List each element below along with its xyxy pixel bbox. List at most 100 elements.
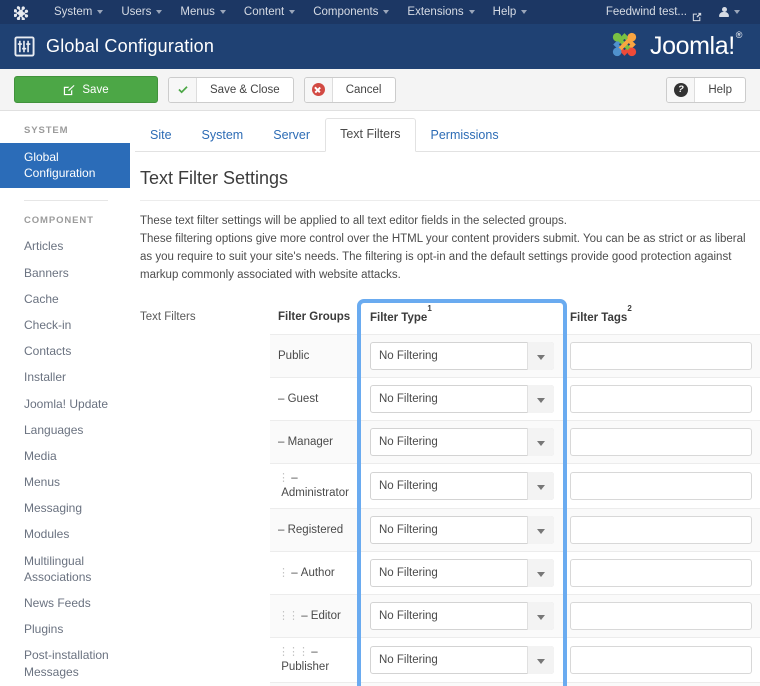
filter-type-select-editor[interactable]: No Filtering <box>370 602 554 631</box>
indent-guides: ⋮⋮⋮ <box>278 646 309 659</box>
joomla-j-icon[interactable] <box>14 5 29 20</box>
sidebar-item-label: Installer <box>24 370 67 385</box>
sidebar-item-messaging[interactable]: Messaging <box>0 495 130 521</box>
filter-tags-input-author[interactable] <box>570 559 752 588</box>
menu-item-users[interactable]: Users <box>112 0 171 24</box>
sidebar-item-joomla-update[interactable]: Joomla! Update <box>0 391 130 417</box>
tab-system[interactable]: System <box>187 119 259 152</box>
panel-title: Text Filter Settings <box>140 168 760 201</box>
sidebar-item-news-feeds[interactable]: News Feeds <box>0 590 130 616</box>
filter-type-select-guest[interactable]: No Filtering <box>370 385 554 414</box>
table-row: Public No Filtering <box>270 334 760 378</box>
sidebar-heading-component: COMPONENT <box>24 215 94 227</box>
sidebar-item-contacts[interactable]: Contacts <box>0 338 130 364</box>
tab-permissions[interactable]: Permissions <box>416 119 514 152</box>
table-row: ⋮ – Administrator No Filtering <box>270 463 760 509</box>
chevron-down-icon <box>734 10 740 14</box>
group-name: Guest <box>287 392 319 405</box>
filter-type-select-administrator[interactable]: No Filtering <box>370 472 554 501</box>
sidebar-item-check-in[interactable]: Check-in <box>0 312 130 338</box>
filter-type-select-wrapper: No Filtering <box>370 559 554 588</box>
site-preview-link[interactable]: Feedwind test... <box>599 0 709 24</box>
filter-type-select-public[interactable]: No Filtering <box>370 342 554 371</box>
sidebar-item-label: Joomla! Update <box>24 396 109 411</box>
sidebar-item-banners[interactable]: Banners <box>0 260 130 286</box>
filter-type-select-author[interactable]: No Filtering <box>370 559 554 588</box>
filter-type-select-manager[interactable]: No Filtering <box>370 428 554 457</box>
filter-tags-input-public[interactable] <box>570 342 752 371</box>
cell-filter-tags <box>562 637 760 683</box>
indent-guides: ⋮⋮ <box>278 609 299 622</box>
check-icon <box>169 77 197 102</box>
joomla-wordmark-text: Joomla! <box>650 32 735 60</box>
group-name: Administrator <box>281 487 349 500</box>
text-filters-table: Filter Groups Filter Type1 Filter Tags2 … <box>270 303 760 686</box>
menu-item-content[interactable]: Content <box>235 0 304 24</box>
filter-tags-input-manager[interactable] <box>570 428 752 457</box>
menu-item-system[interactable]: System <box>45 0 112 24</box>
chevron-down-icon <box>468 10 475 14</box>
sidebar-item-multilingual-associations[interactable]: Multilingual Associations <box>0 548 130 590</box>
table-row: – Guest No Filtering <box>270 377 760 421</box>
tab-label: System <box>201 128 244 142</box>
save-and-close-button[interactable]: Save & Close <box>168 76 294 103</box>
menu-item-help[interactable]: Help <box>484 0 537 24</box>
sidebar-item-global-configuration[interactable]: Global Configuration <box>0 143 130 189</box>
table-row: – Manager No Filtering <box>270 420 760 464</box>
sidebar-item-modules[interactable]: Modules <box>0 521 130 547</box>
user-menu-button[interactable] <box>709 6 748 18</box>
sidebar-item-label: Media <box>24 448 57 463</box>
cell-filter-group: ⋮ – Author <box>270 551 362 595</box>
filter-type-select-registered[interactable]: No Filtering <box>370 516 554 545</box>
tab-text-filters[interactable]: Text Filters <box>325 118 416 152</box>
sidebar-item-post-installation-messages[interactable]: Post-installation Messages <box>0 642 130 684</box>
table-row: ⋮⋮⋮ – Publisher No Filtering <box>270 637 760 683</box>
registered-mark: ® <box>735 29 743 40</box>
tab-bar: Site System Server Text Filters Permissi… <box>135 111 760 152</box>
sidebar-item-plugins[interactable]: Plugins <box>0 616 130 642</box>
cell-filter-type: No Filtering <box>362 334 562 378</box>
sidebar-item-media[interactable]: Media <box>0 443 130 469</box>
column-header-filter-groups: Filter Groups <box>278 311 351 324</box>
filter-tags-input-registered[interactable] <box>570 516 752 545</box>
filter-tags-input-editor[interactable] <box>570 602 752 631</box>
cell-filter-group: – Registered <box>270 508 362 552</box>
tab-server[interactable]: Server <box>258 119 325 152</box>
description-line-2: These filtering options give more contro… <box>140 233 746 282</box>
tab-site[interactable]: Site <box>135 119 187 152</box>
sidebar: SYSTEM Global Configuration COMPONENT Ar… <box>0 111 130 686</box>
filter-tags-input-administrator[interactable] <box>570 472 752 501</box>
sidebar-item-languages[interactable]: Languages <box>0 417 130 443</box>
column-header-filter-type-label: Filter Type <box>370 311 428 324</box>
menu-item-components[interactable]: Components <box>304 0 398 24</box>
sidebar-item-menus[interactable]: Menus <box>0 469 130 495</box>
cell-filter-type: No Filtering <box>362 551 562 595</box>
filter-tags-input-publisher[interactable] <box>570 646 752 675</box>
sidebar-item-label: Global Configuration <box>24 150 96 181</box>
help-button[interactable]: ? Help <box>666 76 746 103</box>
indent-dash: – <box>288 566 301 579</box>
sidebar-item-articles[interactable]: Articles <box>0 233 130 259</box>
cell-filter-tags <box>562 420 760 464</box>
text-filters-field: Text Filters Filter Groups Filter Type1 <box>140 298 760 686</box>
sidebar-item-cache[interactable]: Cache <box>0 286 130 312</box>
pencil-square-icon <box>63 84 75 96</box>
text-filters-panel: Text Filter Settings These text filter s… <box>135 152 760 686</box>
menu-item-extensions[interactable]: Extensions <box>398 0 483 24</box>
table-row: ⋮⋮ – Editor No Filtering <box>270 594 760 638</box>
column-header-filter-tags-label: Filter Tags <box>570 311 628 324</box>
filter-tags-input-guest[interactable] <box>570 385 752 414</box>
menu-item-menus[interactable]: Menus <box>171 0 235 24</box>
chevron-down-icon <box>289 10 296 14</box>
cell-filter-tags <box>562 508 760 552</box>
group-name: Registered <box>287 523 344 536</box>
sidebar-item-installer[interactable]: Installer <box>0 364 130 390</box>
cell-filter-group: ⋮⋮ – Editor <box>270 594 362 638</box>
joomla-pinwheel-icon <box>606 26 643 68</box>
tab-label: Text Filters <box>340 127 401 141</box>
save-button[interactable]: Save <box>14 76 158 103</box>
cell-filter-tags <box>562 463 760 509</box>
filter-type-select-publisher[interactable]: No Filtering <box>370 646 554 675</box>
cancel-button[interactable]: Cancel <box>303 76 396 103</box>
save-and-close-label: Save & Close <box>210 83 280 96</box>
